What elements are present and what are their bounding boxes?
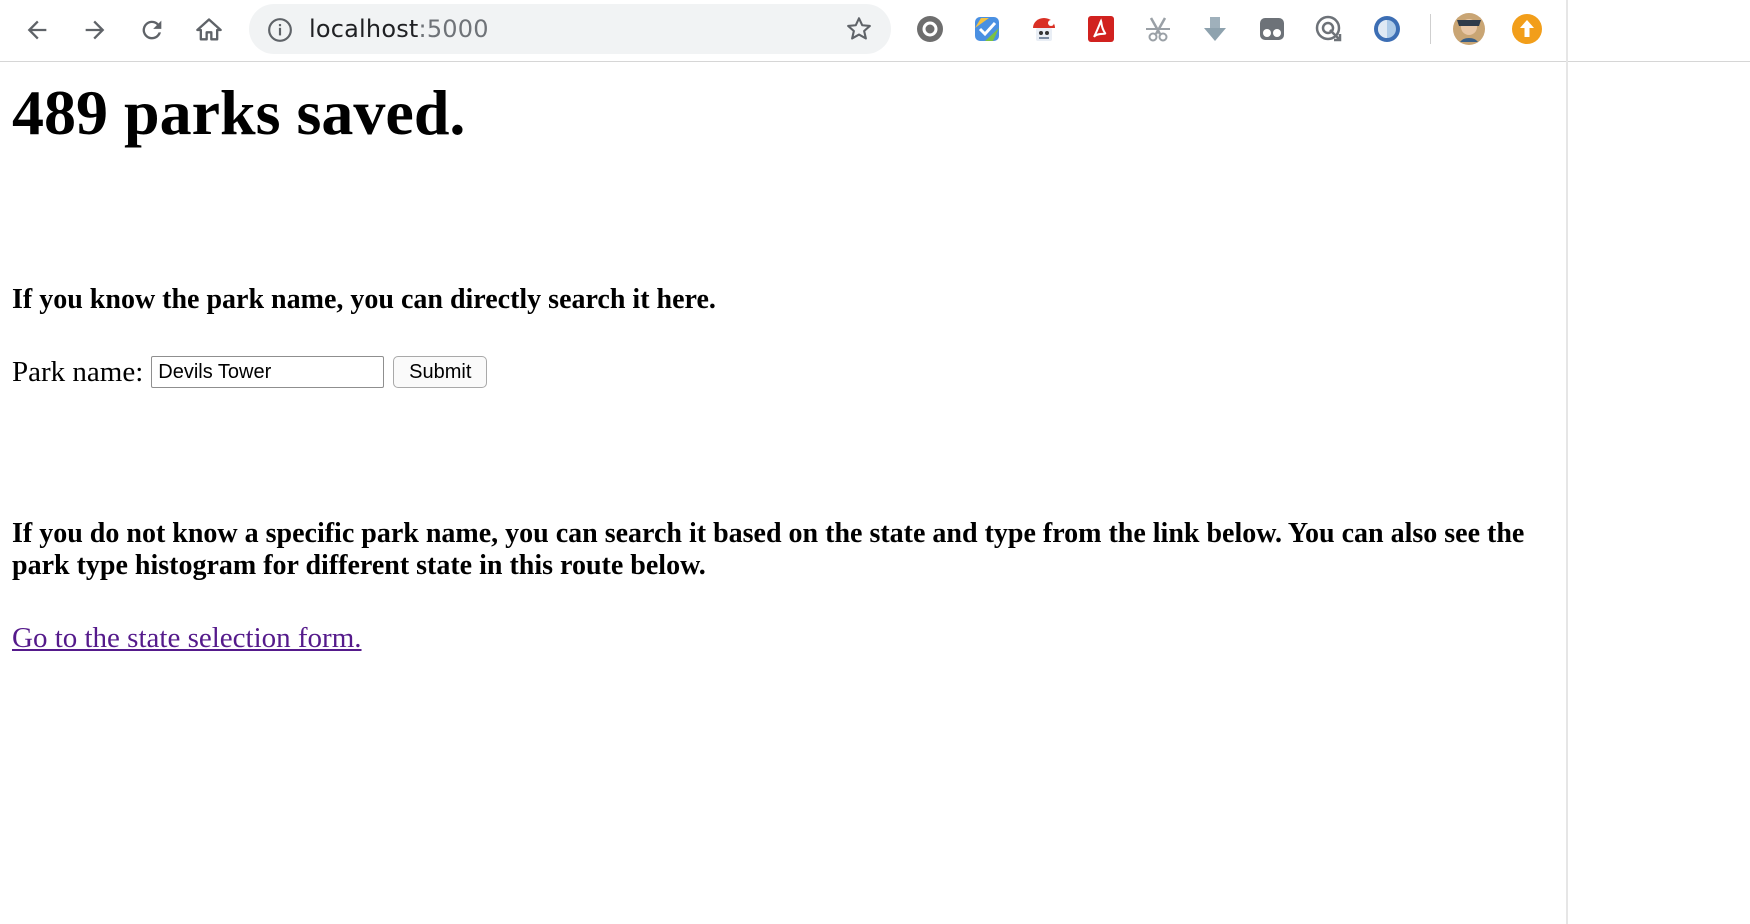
- mascot-extension-icon[interactable]: [1027, 12, 1061, 46]
- scrollbar-edge: [1566, 0, 1568, 924]
- submit-button[interactable]: Submit: [393, 356, 488, 388]
- browser-toolbar: localhost:5000: [0, 0, 1750, 62]
- acrobat-extension-icon[interactable]: [1084, 12, 1118, 46]
- home-button[interactable]: [189, 10, 229, 50]
- puzzle-extension-icon[interactable]: [1255, 12, 1289, 46]
- browse-prompt: If you do not know a specific park name,…: [12, 518, 1525, 581]
- home-icon: [196, 18, 222, 41]
- park-name-input[interactable]: [151, 356, 385, 388]
- gray-circle-extension-icon[interactable]: [913, 12, 947, 46]
- avatar[interactable]: [1452, 12, 1486, 46]
- park-name-label: Park name:: [12, 356, 144, 388]
- park-search-form: Park name: Submit: [12, 352, 488, 392]
- star-icon[interactable]: [845, 15, 873, 43]
- back-button[interactable]: [17, 10, 57, 50]
- page-title: 489 parks saved.: [12, 77, 466, 148]
- info-icon[interactable]: [267, 17, 293, 43]
- forward-button[interactable]: [75, 10, 115, 50]
- reload-button[interactable]: [132, 10, 172, 50]
- colorful-checkmark-extension-icon[interactable]: [970, 12, 1004, 46]
- url-host: localhost: [309, 15, 419, 43]
- blue-circle-extension-icon[interactable]: [1370, 12, 1404, 46]
- update-button[interactable]: [1510, 12, 1544, 46]
- url-text[interactable]: localhost:5000: [309, 13, 489, 45]
- address-bar[interactable]: localhost:5000: [249, 4, 891, 54]
- target-arrow-extension-icon[interactable]: [1312, 12, 1346, 46]
- update-arrow-icon: [1512, 14, 1542, 44]
- download-arrow-extension-icon[interactable]: [1198, 12, 1232, 46]
- arrow-right-icon: [85, 20, 105, 40]
- scissors-extension-icon[interactable]: [1141, 12, 1175, 46]
- state-selection-link[interactable]: Go to the state selection form.: [12, 622, 362, 654]
- url-port: :5000: [418, 15, 489, 43]
- reload-icon: [142, 20, 162, 40]
- arrow-left-icon: [27, 20, 47, 40]
- toolbar-separator: [1430, 14, 1431, 44]
- avatar-icon: [1453, 13, 1485, 45]
- search-prompt: If you know the park name, you can direc…: [12, 284, 716, 315]
